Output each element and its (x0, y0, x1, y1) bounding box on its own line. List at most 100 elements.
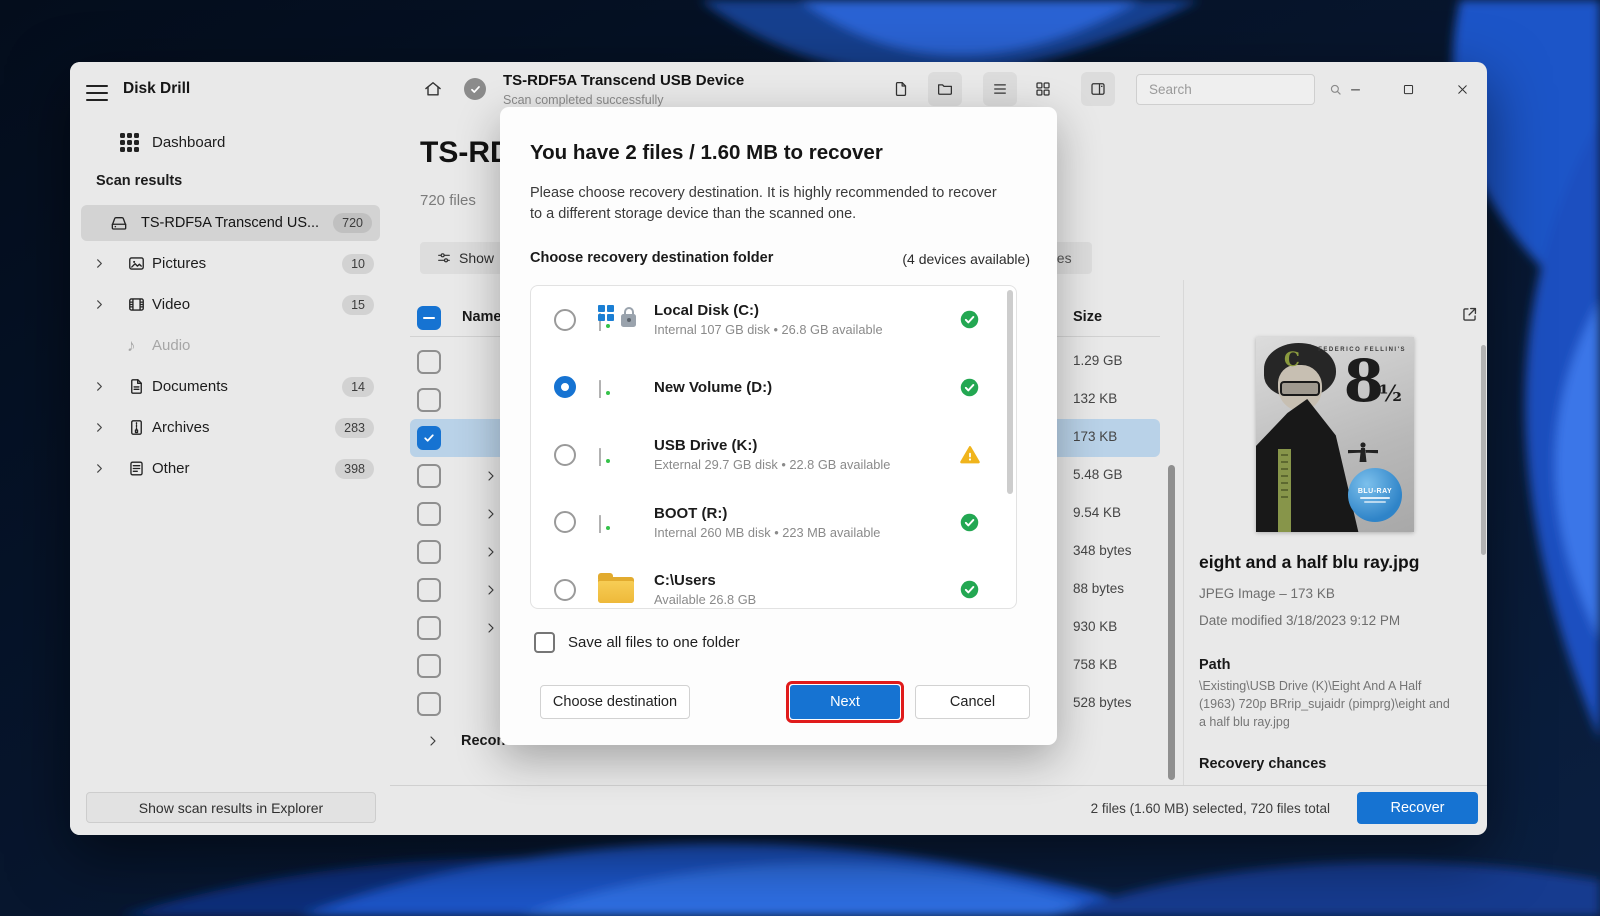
chevron-right-icon[interactable] (94, 463, 106, 474)
list-icon (991, 80, 1009, 98)
sidebar-item-scanned-device[interactable]: TS-RDF5A Transcend US... 720 (81, 205, 380, 241)
open-preview-external-button[interactable] (1460, 305, 1479, 324)
preview-date-modified: Date modified 3/18/2023 9:12 PM (1199, 613, 1400, 628)
sidebar-item-audio[interactable]: ♪ Audio (70, 325, 390, 366)
home-button[interactable] (416, 72, 450, 106)
device-label: TS-RDF5A Transcend US... (141, 215, 333, 231)
chevron-right-icon[interactable] (94, 381, 106, 392)
audio-note-icon: ♪ (127, 336, 146, 355)
search-input[interactable] (1147, 81, 1328, 98)
poster-title-half: ½ (1379, 381, 1402, 407)
destination-option-new-volume-d[interactable]: New Volume (D:) (531, 354, 1016, 422)
status-warning-icon (959, 444, 980, 465)
grid-view-button[interactable] (1026, 72, 1060, 106)
folder-icon (936, 80, 954, 98)
row-checkbox[interactable] (417, 692, 441, 716)
minimize-button[interactable] (1340, 74, 1370, 104)
row-checkbox[interactable] (417, 654, 441, 678)
recover-button[interactable]: Recover (1357, 792, 1478, 824)
destination-option-local-disk-c[interactable]: Local Disk (C:) Internal 107 GB disk • 2… (531, 286, 1016, 354)
device-list-scrollbar[interactable] (1007, 290, 1013, 494)
disk-icon (109, 213, 129, 233)
menu-icon[interactable] (86, 80, 108, 98)
file-view-button[interactable] (884, 72, 918, 106)
row-checkbox[interactable] (417, 350, 441, 374)
device-details: External 29.7 GB disk • 22.8 GB availabl… (654, 457, 959, 472)
device-name: Local Disk (C:) (654, 302, 959, 319)
file-size: 1.29 GB (1073, 353, 1123, 368)
sidebar-item-pictures[interactable]: Pictures 10 (70, 243, 390, 284)
sidebar-item-archives[interactable]: Archives 283 (70, 407, 390, 448)
close-button[interactable] (1447, 74, 1477, 104)
radio-selected[interactable] (554, 376, 576, 398)
document-icon (127, 377, 146, 396)
count-badge: 15 (342, 295, 374, 315)
row-checkbox[interactable] (417, 502, 441, 526)
selection-summary: 2 files (1.60 MB) selected, 720 files to… (1091, 801, 1330, 816)
save-all-checkbox-row[interactable]: Save all files to one folder (534, 632, 740, 653)
select-all-checkbox[interactable] (417, 306, 441, 330)
system-disk-icon (598, 305, 636, 335)
chevron-right-icon[interactable] (94, 299, 106, 310)
table-scrollbar[interactable] (1168, 465, 1175, 780)
row-checkbox[interactable] (417, 578, 441, 602)
sidebar-item-video[interactable]: Video 15 (70, 284, 390, 325)
list-view-button[interactable] (983, 72, 1017, 106)
device-details: Internal 107 GB disk • 26.8 GB available (654, 322, 959, 337)
radio-unselected[interactable] (554, 444, 576, 466)
file-size: 132 KB (1073, 391, 1117, 406)
save-all-checkbox[interactable] (534, 632, 555, 653)
radio-unselected[interactable] (554, 309, 576, 331)
destination-option-usb-drive-k[interactable]: USB Drive (K:) External 29.7 GB disk • 2… (531, 421, 1016, 489)
device-name: New Volume (D:) (654, 379, 959, 396)
expand-chevron-icon[interactable] (485, 470, 497, 482)
disk-drive-icon (598, 372, 636, 402)
radio-unselected[interactable] (554, 579, 576, 601)
preview-file-info: JPEG Image – 173 KB (1199, 586, 1335, 601)
sidebar-item-other[interactable]: Other 398 (70, 448, 390, 489)
device-name: USB Drive (K:) (654, 437, 959, 454)
next-button[interactable]: Next (790, 685, 900, 719)
sidebar-item-dashboard[interactable]: Dashboard (70, 126, 390, 158)
radio-unselected[interactable] (554, 511, 576, 533)
device-name: BOOT (R:) (654, 505, 959, 522)
show-in-explorer-button[interactable]: Show scan results in Explorer (86, 792, 376, 823)
cancel-button[interactable]: Cancel (915, 685, 1030, 719)
expand-chevron-icon[interactable] (485, 622, 497, 634)
chevron-right-icon[interactable] (94, 258, 106, 269)
folder-view-button[interactable] (928, 72, 962, 106)
page-title: TS-RD (420, 136, 512, 170)
show-filter-button[interactable]: Show (420, 242, 510, 274)
file-preview-image[interactable]: C FEDERICO FELLINI'S 8 ½ BLU-RAY (1256, 337, 1414, 532)
video-icon (127, 295, 146, 314)
minimize-icon (1348, 82, 1363, 97)
choose-destination-button[interactable]: Choose destination (540, 685, 690, 719)
status-ok-icon (959, 309, 980, 330)
row-checkbox[interactable] (417, 616, 441, 640)
row-checkbox[interactable] (417, 388, 441, 412)
row-checkbox[interactable] (417, 540, 441, 564)
chevron-right-icon[interactable] (94, 422, 106, 433)
maximize-icon (1401, 82, 1416, 97)
expand-chevron-icon[interactable] (485, 508, 497, 520)
column-header-name[interactable]: Name (462, 309, 502, 325)
column-header-size[interactable]: Size (1073, 309, 1102, 325)
device-details: Available 26.8 GB (654, 592, 959, 607)
destination-option-boot-r[interactable]: BOOT (R:) Internal 260 MB disk • 223 MB … (531, 489, 1016, 557)
maximize-button[interactable] (1393, 74, 1423, 104)
poster-silhouette (1346, 441, 1380, 471)
preview-panel-scrollbar[interactable] (1481, 345, 1486, 555)
filter-sliders-icon (436, 250, 452, 266)
count-badge: 398 (335, 459, 374, 479)
file-size: 348 bytes (1073, 543, 1132, 558)
destination-option-c-users[interactable]: C:\Users Available 26.8 GB (531, 556, 1016, 609)
preview-panel-toggle[interactable] (1081, 72, 1115, 106)
row-checkbox-checked[interactable] (417, 426, 441, 450)
expand-chevron-icon[interactable] (485, 584, 497, 596)
row-checkbox[interactable] (417, 464, 441, 488)
expand-chevron-icon[interactable] (485, 546, 497, 558)
file-size: 88 bytes (1073, 581, 1124, 596)
sidebar-item-documents[interactable]: Documents 14 (70, 366, 390, 407)
expand-chevron-icon[interactable] (427, 735, 439, 747)
blu-ray-badge: BLU-RAY (1348, 468, 1402, 522)
